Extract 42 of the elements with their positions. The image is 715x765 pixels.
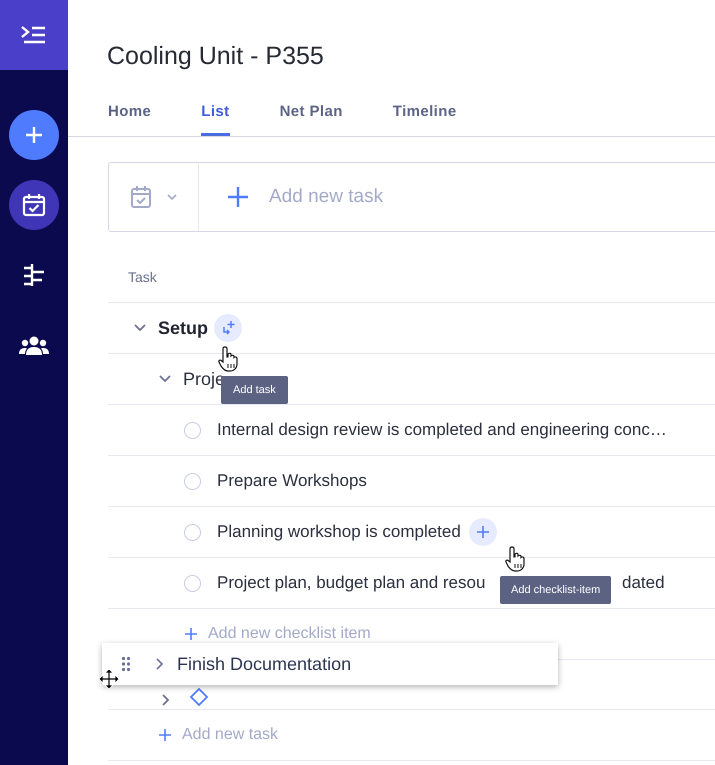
add-checklist-item-button[interactable] [468,518,497,546]
task-name: Finish Documentation [177,654,352,674]
move-cursor-icon [98,668,120,690]
tasks-nav-button[interactable] [9,180,59,230]
tooltip: Add checklist-item [500,576,612,604]
drag-handle-icon[interactable] [121,656,131,672]
tab[interactable]: Net Plan [280,95,343,136]
plus-icon [227,186,249,208]
menu-icon [20,24,48,46]
checklist-checkbox[interactable] [184,422,201,438]
chevron-down-icon [166,193,178,201]
plus-icon [158,728,172,742]
checklist-item-text: Planning workshop is completed [217,522,461,542]
checklist-item-text: Prepare Workshops [217,471,367,491]
checklist-item-text: Project plan, budget plan and resou [217,573,486,593]
project-title: Cooling Unit - P355 [106,41,325,72]
menu-toggle[interactable] [0,0,68,70]
create-button[interactable] [9,110,59,160]
add-subtask-button[interactable] [214,314,242,342]
diamond-icon [189,687,209,707]
plus-icon [184,627,198,641]
plus-icon [24,125,44,145]
checklist-item-text: dated [622,573,665,593]
plus-icon [476,525,490,539]
chevron-icon[interactable] [133,323,147,333]
tab[interactable]: Timeline [392,95,457,136]
checklist-checkbox[interactable] [184,574,201,592]
timeline-icon [21,262,47,288]
group-name: Setup [158,318,208,338]
people-icon [19,335,49,357]
chevron-icon[interactable] [161,693,171,707]
calendar-check-icon [130,185,152,209]
checklist-item-text: Internal design review is completed and engineering conc… [217,420,667,440]
chevron-icon[interactable] [158,374,172,384]
checklist-checkbox[interactable] [184,472,201,490]
tooltip: Add task [221,376,288,404]
tab[interactable]: Home [108,95,152,136]
calendar-check-icon [21,192,47,218]
chevron-right-icon [155,657,165,671]
column-header: Task [127,269,157,287]
tab[interactable]: List [201,95,230,136]
checklist-checkbox[interactable] [184,524,201,540]
